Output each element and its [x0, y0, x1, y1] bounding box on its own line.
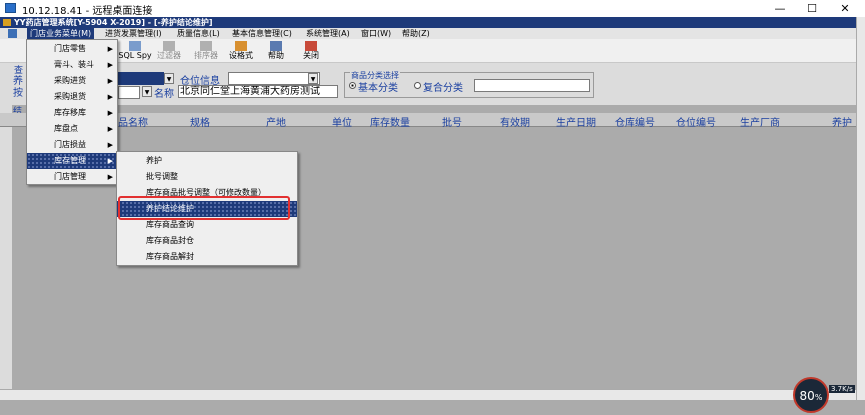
- menu-bar: 门店业务菜单(M) 进货发票管理(I) 质量信息(L) 基本信息管理(C) 系统…: [0, 28, 856, 39]
- help-button[interactable]: 帮助: [259, 40, 293, 62]
- radio-basic-label: 基本分类: [358, 83, 398, 94]
- filter-button[interactable]: 过滤器: [152, 40, 186, 62]
- menu1-paste-bucket[interactable]: 膏斗、装斗 ▶: [27, 57, 117, 73]
- submenu-arrow-icon: ▶: [107, 141, 113, 149]
- category-input[interactable]: [474, 79, 590, 92]
- sort-icon: [200, 41, 212, 51]
- menu1-store-loss[interactable]: 门店损益 ▶: [27, 137, 117, 153]
- horizontal-scrollbar[interactable]: [0, 389, 856, 400]
- submenu-arrow-icon: ▶: [107, 157, 113, 165]
- submenu-arrow-icon: ▶: [107, 61, 113, 69]
- menu-window[interactable]: 窗口(W): [358, 28, 394, 39]
- funnel-icon: [163, 41, 175, 51]
- sorter-button[interactable]: 排序器: [189, 40, 223, 62]
- close-button[interactable]: ✕: [830, 0, 860, 17]
- app-icon: [3, 19, 11, 26]
- by-label: 按: [13, 88, 23, 99]
- minimize-button[interactable]: —: [765, 0, 795, 17]
- highlight-box: [118, 196, 290, 220]
- menu-quality-info[interactable]: 质量信息(L): [174, 28, 223, 39]
- submenu-arrow-icon: ▶: [107, 173, 113, 181]
- filter-panel: 查 养 按 ▼ ▼ 仓位信息 ▼ 名称 北京同仁堂上海黄浦大药房测试 商品分类选…: [0, 63, 856, 105]
- app-title: YY药店管理系统[Y-5904 X-2019] - [-养护结论维护]: [14, 18, 213, 27]
- menu2-batch-adjust[interactable]: 批号调整: [117, 169, 297, 185]
- close-window-button[interactable]: 关闭: [294, 40, 328, 62]
- rdp-title: 10.12.18.41 - 远程桌面连接: [22, 6, 153, 17]
- warehouse-select[interactable]: [228, 72, 320, 85]
- secondary-dropdown-arrow[interactable]: ▼: [142, 86, 152, 97]
- exit-icon: [305, 41, 317, 51]
- menu-system[interactable]: 系统管理(A): [303, 28, 353, 39]
- menu2-maintenance[interactable]: 养护: [117, 153, 297, 169]
- secondary-select[interactable]: [118, 86, 140, 99]
- radio-composite[interactable]: [414, 82, 421, 89]
- brush-icon: [235, 41, 247, 51]
- submenu-arrow-icon: ▶: [107, 125, 113, 133]
- menu1-stock-management[interactable]: 库存管理 ▶: [27, 153, 117, 169]
- radio-basic[interactable]: [349, 82, 356, 89]
- grid-header: 品名称 规格 产地 单位 库存数量 批号 有效期 生产日期 仓库编号 仓位编号 …: [0, 113, 856, 129]
- menu1-purchase-in[interactable]: 采购进货 ▶: [27, 73, 117, 89]
- menu-basic-info[interactable]: 基本信息管理(C): [229, 28, 295, 39]
- sql-spy-button[interactable]: SQL Spy: [118, 40, 152, 62]
- vertical-scrollbar[interactable]: [856, 17, 865, 400]
- menu1-store-retail[interactable]: 门店零售 ▶: [27, 41, 117, 57]
- type-select[interactable]: [118, 72, 164, 85]
- maximize-button[interactable]: ☐: [797, 0, 827, 17]
- left-gutter: [0, 105, 12, 389]
- menu1-stock-check[interactable]: 库盘点 ▶: [27, 121, 117, 137]
- menu1-store-management[interactable]: 门店管理 ▶: [27, 169, 117, 185]
- menu-help[interactable]: 帮助(Z): [399, 28, 433, 39]
- doc-icon: [8, 29, 17, 38]
- submenu-arrow-icon: ▶: [107, 45, 113, 53]
- submenu-arrow-icon: ▶: [107, 109, 113, 117]
- type-dropdown-arrow[interactable]: ▼: [164, 73, 174, 84]
- zoom-badge: 80%: [793, 377, 829, 413]
- submenu-arrow-icon: ▶: [107, 77, 113, 85]
- menu2-stock-seal[interactable]: 库存商品封仓: [117, 233, 297, 249]
- format-button[interactable]: 设格式: [224, 40, 258, 62]
- name-field[interactable]: 北京同仁堂上海黄浦大药房测试: [178, 85, 338, 98]
- rdp-app-icon: [5, 3, 16, 13]
- warehouse-dropdown-arrow[interactable]: ▼: [308, 73, 318, 84]
- rdp-title-bar: 10.12.18.41 - 远程桌面连接 — ☐ ✕: [0, 0, 865, 17]
- radio-composite-label: 复合分类: [423, 83, 463, 94]
- menu1-stock-transfer[interactable]: 库存移库 ▶: [27, 105, 117, 121]
- menu2-stock-unseal[interactable]: 库存商品解封: [117, 249, 297, 265]
- menu1-purchase-return[interactable]: 采购退货 ▶: [27, 89, 117, 105]
- transfer-rate: 3.7K/s: [829, 385, 855, 393]
- toolbar: SQL Spy 过滤器 排序器 设格式 帮助 关闭: [0, 39, 856, 63]
- menu-purchase-invoice[interactable]: 进货发票管理(I): [102, 28, 165, 39]
- book-icon: [270, 41, 282, 51]
- store-business-menu: 门店零售 ▶ 膏斗、装斗 ▶ 采购进货 ▶ 采购退货 ▶ 库存移库 ▶ 库盘点 ▶ 门店损益…: [26, 39, 118, 185]
- sql-spy-icon: [129, 41, 141, 51]
- menu-store-business[interactable]: 门店业务菜单(M): [27, 28, 95, 39]
- submenu-arrow-icon: ▶: [107, 93, 113, 101]
- zoom-unit: %: [814, 393, 823, 402]
- zoom-value: 80: [799, 389, 815, 403]
- app-title-bar: YY药店管理系统[Y-5904 X-2019] - [-养护结论维护]: [0, 17, 856, 28]
- name-label: 名称: [154, 89, 174, 100]
